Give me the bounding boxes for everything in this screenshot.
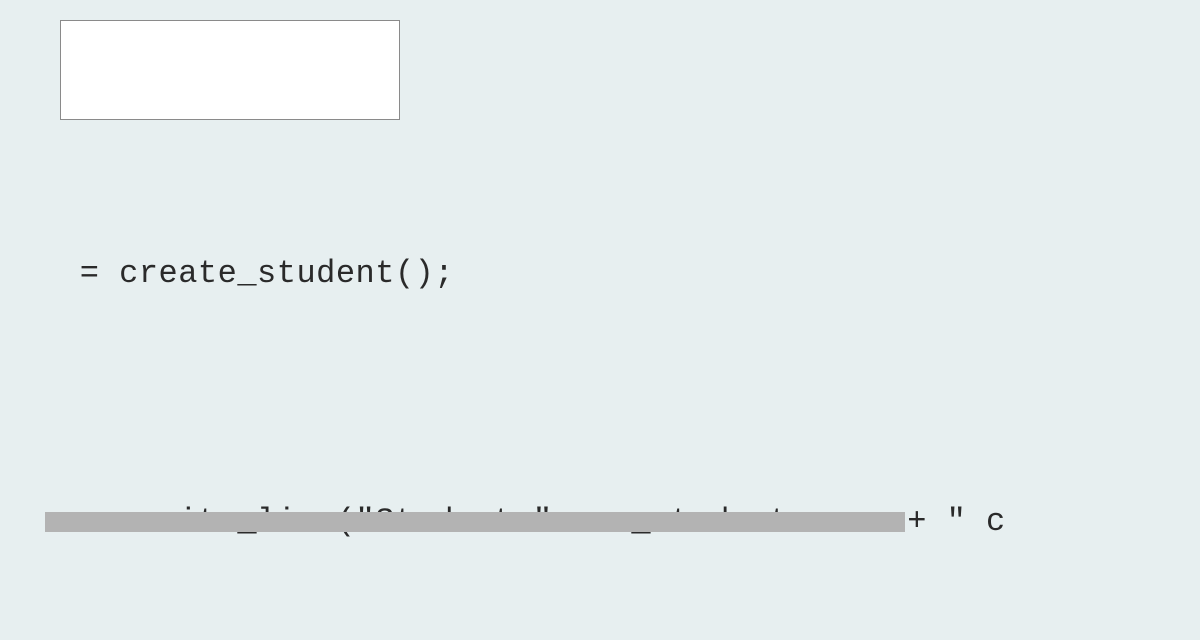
code-line-1: = create_student(); (60, 249, 1200, 299)
horizontal-scrollbar-thumb[interactable] (45, 512, 905, 532)
code-block: = create_student(); write_line("Student … (60, 150, 1200, 640)
answer-input[interactable] (60, 20, 400, 120)
code-exercise-panel: = create_student(); write_line("Student … (0, 20, 1200, 640)
horizontal-scrollbar-track[interactable] (45, 512, 1185, 532)
